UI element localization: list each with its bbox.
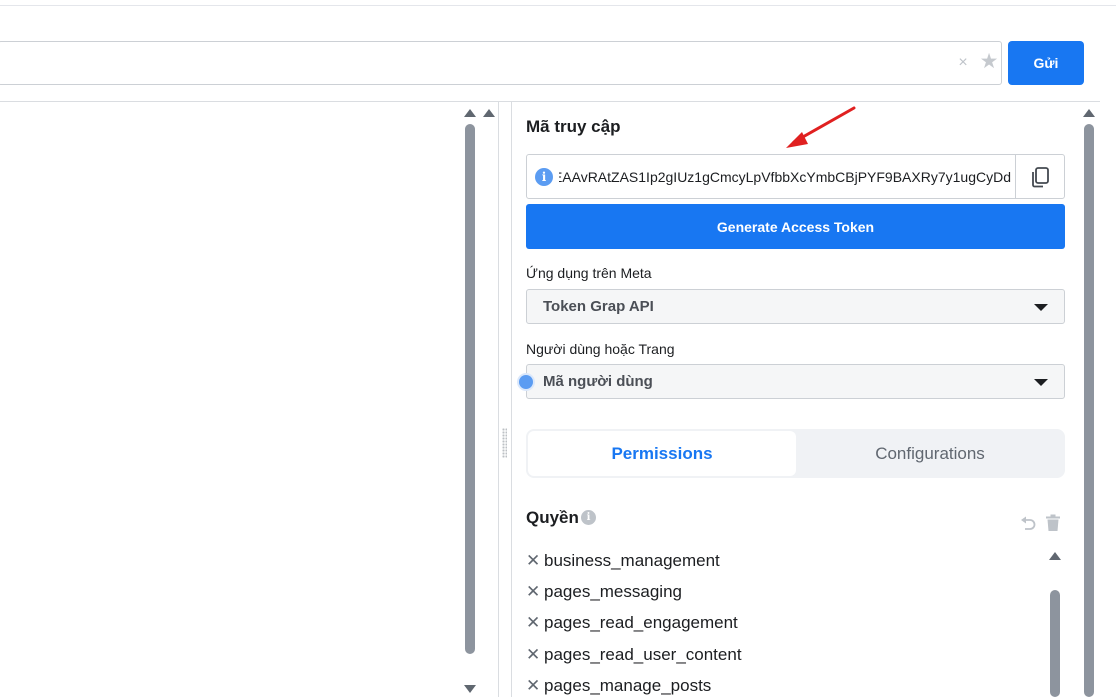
permissions-list: ✕ business_management ✕ pages_messaging … — [526, 545, 1036, 697]
request-path-input[interactable] — [0, 41, 1002, 85]
list-item: ✕ business_management — [526, 545, 1036, 576]
close-icon[interactable]: ✕ — [526, 551, 544, 571]
left-scroll-up-icon-2[interactable] — [483, 109, 495, 117]
meta-app-label: Ứng dụng trên Meta — [526, 265, 652, 281]
trash-icon[interactable] — [1045, 514, 1061, 532]
send-button[interactable]: Gửi — [1008, 41, 1084, 85]
user-or-page-select[interactable]: Mã người dùng — [526, 364, 1065, 399]
left-scroll-up-icon[interactable] — [464, 109, 476, 117]
access-token-title: Mã truy cập — [526, 117, 621, 136]
right-scroll-up-icon[interactable] — [1083, 109, 1095, 117]
meta-app-selected: Token Grap API — [543, 298, 654, 315]
meta-app-select[interactable]: Token Grap API — [526, 289, 1065, 324]
list-item: ✕ pages_read_engagement — [526, 608, 1036, 639]
list-item: ✕ pages_messaging — [526, 576, 1036, 607]
tab-permissions[interactable]: Permissions — [528, 431, 796, 476]
close-icon[interactable]: ✕ — [526, 676, 544, 696]
permissions-scrollbar-thumb[interactable] — [1050, 590, 1060, 697]
top-divider — [0, 5, 1116, 6]
tab-bar: Permissions Configurations — [526, 429, 1065, 478]
header-divider — [0, 101, 1100, 102]
permission-label: pages_read_engagement — [544, 613, 738, 633]
generate-access-token-button[interactable]: Generate Access Token — [526, 204, 1065, 249]
permission-label: pages_read_user_content — [544, 644, 742, 664]
user-or-page-selected: Mã người dùng — [543, 373, 653, 390]
undo-icon[interactable] — [1019, 515, 1037, 533]
permission-label: business_management — [544, 550, 720, 570]
close-icon[interactable]: ✕ — [526, 645, 544, 665]
info-icon[interactable]: i — [581, 510, 596, 525]
permission-label: pages_manage_posts — [544, 675, 712, 695]
close-icon[interactable]: ✕ — [526, 613, 544, 633]
star-icon[interactable]: ★ — [978, 51, 1000, 73]
permissions-scroll-up-icon[interactable] — [1049, 552, 1061, 560]
pane-splitter[interactable] — [498, 102, 512, 697]
copy-icon[interactable] — [1029, 166, 1051, 188]
splitter-grip-icon[interactable] — [502, 428, 507, 458]
focus-indicator-icon — [519, 375, 533, 389]
list-item: ✕ pages_manage_posts — [526, 670, 1036, 697]
annotation-arrow-icon — [786, 106, 856, 148]
info-icon[interactable]: i — [535, 168, 553, 186]
user-or-page-label: Người dùng hoặc Trang — [526, 341, 675, 357]
permissions-title: Quyền — [526, 508, 579, 527]
access-token-value[interactable]: EAAvRAtZAS1Ip2gIUz1gCmcyLpVfbbXcYmbCBjPY… — [559, 168, 1011, 186]
clear-icon[interactable]: × — [955, 55, 971, 71]
chevron-down-icon — [1034, 304, 1048, 311]
right-scrollbar-thumb[interactable] — [1084, 124, 1094, 697]
list-item: ✕ pages_read_user_content — [526, 639, 1036, 670]
chevron-down-icon — [1034, 379, 1048, 386]
close-icon[interactable]: ✕ — [526, 582, 544, 602]
copy-separator — [1015, 155, 1016, 198]
left-scrollbar-thumb[interactable] — [465, 124, 475, 654]
permission-label: pages_messaging — [544, 581, 682, 601]
left-scroll-down-icon[interactable] — [464, 685, 476, 693]
tab-configurations[interactable]: Configurations — [796, 431, 1064, 476]
